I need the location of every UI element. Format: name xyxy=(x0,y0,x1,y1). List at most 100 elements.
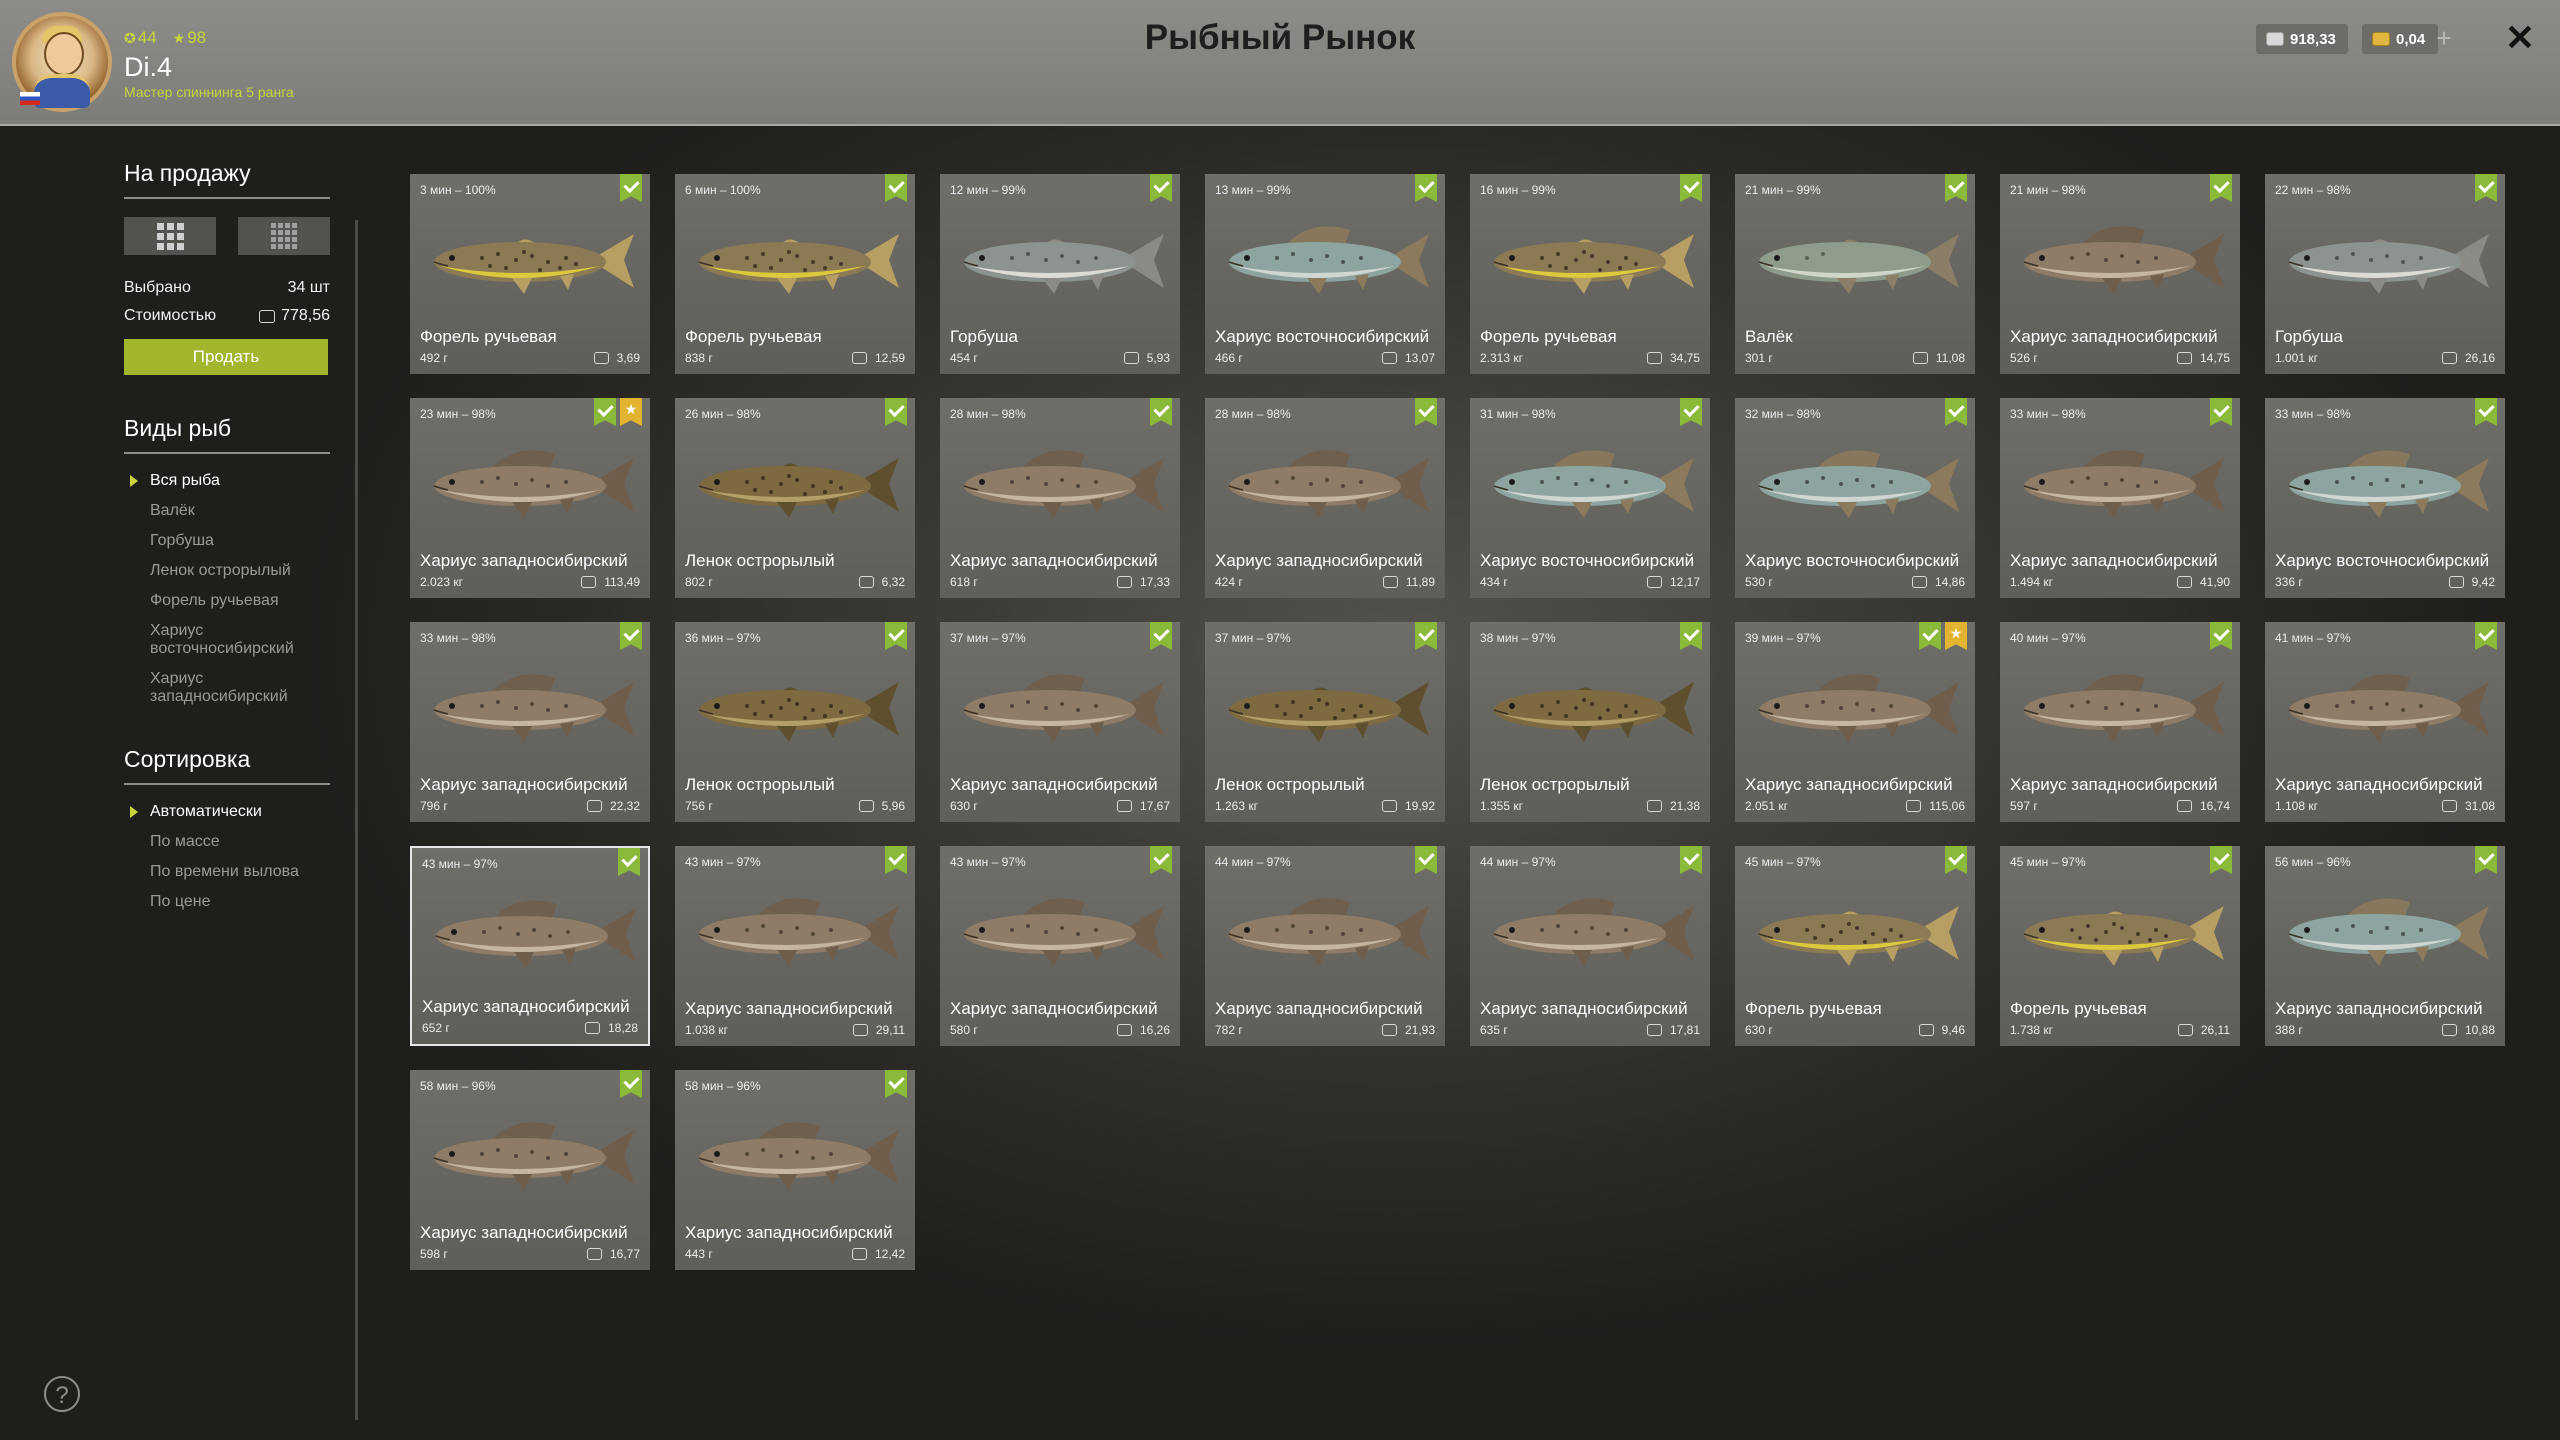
fish-card[interactable]: 6 мин – 100% Форель ручьевая 838 г 12,59 xyxy=(675,174,915,374)
selected-check-icon[interactable] xyxy=(1415,846,1437,874)
selected-check-icon[interactable] xyxy=(1680,846,1702,874)
species-filter-east-grayling[interactable]: Хариус восточносибирский xyxy=(124,622,330,658)
selected-check-icon[interactable] xyxy=(1680,174,1702,202)
fish-name: Ленок острорылый xyxy=(1215,775,1365,794)
species-filter-trout[interactable]: Форель ручьевая xyxy=(124,592,330,610)
add-gold-button[interactable]: + xyxy=(2430,24,2458,54)
fish-card[interactable]: 43 мин – 97% Хариус западносибирский 652… xyxy=(410,846,650,1046)
fish-card[interactable]: 40 мин – 97% Хариус западносибирский 597… xyxy=(2000,622,2240,822)
fish-card[interactable]: 13 мин – 99% Хариус восточносибирский 46… xyxy=(1205,174,1445,374)
silver-coin-icon xyxy=(1116,576,1132,588)
fish-card[interactable]: 3 мин – 100% Форель ручьевая 492 г 3,69 xyxy=(410,174,650,374)
species-filter-lenok[interactable]: Ленок острорылый xyxy=(124,562,330,580)
selected-check-icon[interactable] xyxy=(1150,174,1172,202)
fish-card[interactable]: 37 мин – 97% Ленок острорылый 1.263 кг 1… xyxy=(1205,622,1445,822)
fish-card[interactable]: 12 мин – 99% Горбуша 454 г 5,93 xyxy=(940,174,1180,374)
fish-card[interactable]: 58 мин – 96% Хариус западносибирский 598… xyxy=(410,1070,650,1270)
selected-check-icon[interactable] xyxy=(1150,398,1172,426)
selected-check-icon[interactable] xyxy=(1150,622,1172,650)
fish-card[interactable]: 45 мин – 97% Форель ручьевая 1.738 кг 26… xyxy=(2000,846,2240,1046)
selected-check-icon[interactable] xyxy=(2210,622,2232,650)
selected-check-icon[interactable] xyxy=(2475,846,2497,874)
sort-auto[interactable]: Автоматически xyxy=(124,803,330,821)
fish-card[interactable]: 21 мин – 99% Валёк 301 г 11,08 xyxy=(1735,174,1975,374)
selected-check-icon[interactable] xyxy=(1680,622,1702,650)
fish-card[interactable]: 33 мин – 98% Хариус западносибирский 1.4… xyxy=(2000,398,2240,598)
selected-check-icon[interactable] xyxy=(1945,398,1967,426)
help-button[interactable]: ? xyxy=(44,1376,80,1412)
fish-card[interactable]: 28 мин – 98% Хариус западносибирский 618… xyxy=(940,398,1180,598)
fish-card[interactable]: 44 мин – 97% Хариус западносибирский 782… xyxy=(1205,846,1445,1046)
fish-card[interactable]: 58 мин – 96% Хариус западносибирский 443… xyxy=(675,1070,915,1270)
fish-card[interactable]: 16 мин – 99% Форель ручьевая 2.313 кг 34… xyxy=(1470,174,1710,374)
fish-card[interactable]: 39 мин – 97% ★ Хариус западносибирский 2… xyxy=(1735,622,1975,822)
fish-card[interactable]: 38 мин – 97% Ленок острорылый 1.355 кг 2… xyxy=(1470,622,1710,822)
view-toggles xyxy=(124,217,330,255)
selected-check-icon[interactable] xyxy=(1415,398,1437,426)
fish-price: 26,11 xyxy=(2177,1023,2230,1037)
fish-card[interactable]: 36 мин – 97% Ленок острорылый 756 г 5,96 xyxy=(675,622,915,822)
selected-check-icon[interactable] xyxy=(1150,846,1172,874)
fish-image xyxy=(2010,434,2230,534)
fish-card[interactable]: 21 мин – 98% Хариус западносибирский 526… xyxy=(2000,174,2240,374)
fish-card[interactable]: 45 мин – 97% Форель ручьевая 630 г 9,46 xyxy=(1735,846,1975,1046)
fish-card[interactable]: 33 мин – 98% Хариус западносибирский 796… xyxy=(410,622,650,822)
species-filter-gorbusha[interactable]: Горбуша xyxy=(124,532,330,550)
selected-check-icon[interactable] xyxy=(618,848,640,876)
species-filter-valek[interactable]: Валёк xyxy=(124,502,330,520)
selected-check-icon[interactable] xyxy=(885,846,907,874)
fish-price: 17,81 xyxy=(1646,1023,1700,1037)
selected-check-icon[interactable] xyxy=(620,174,642,202)
small-grid-view-button[interactable] xyxy=(238,217,330,255)
selected-check-icon[interactable] xyxy=(1919,622,1941,650)
sort-by-time[interactable]: По времени вылова xyxy=(124,863,330,881)
fish-card[interactable]: 28 мин – 98% Хариус западносибирский 424… xyxy=(1205,398,1445,598)
sort-by-price[interactable]: По цене xyxy=(124,893,330,911)
fish-grid: 3 мин – 100% Форель ручьевая 492 г 3,69 … xyxy=(410,174,2510,1270)
fish-card[interactable]: 23 мин – 98% ★ Хариус западносибирский 2… xyxy=(410,398,650,598)
fish-card[interactable]: 44 мин – 97% Хариус западносибирский 635… xyxy=(1470,846,1710,1046)
fish-card[interactable]: 37 мин – 97% Хариус западносибирский 630… xyxy=(940,622,1180,822)
fish-price: 3,69 xyxy=(593,351,640,365)
selected-check-icon[interactable] xyxy=(2210,398,2232,426)
fish-card[interactable]: 43 мин – 97% Хариус западносибирский 1.0… xyxy=(675,846,915,1046)
selected-check-icon[interactable] xyxy=(1945,846,1967,874)
selected-check-icon[interactable] xyxy=(2210,846,2232,874)
fish-card[interactable]: 41 мин – 97% Хариус западносибирский 1.1… xyxy=(2265,622,2505,822)
selected-check-icon[interactable] xyxy=(1415,622,1437,650)
selected-check-icon[interactable] xyxy=(620,622,642,650)
fish-card[interactable]: 32 мин – 98% Хариус восточносибирский 53… xyxy=(1735,398,1975,598)
selected-check-icon[interactable] xyxy=(2475,622,2497,650)
close-button[interactable]: ✕ xyxy=(2500,18,2540,58)
selected-check-icon[interactable] xyxy=(885,622,907,650)
silver-coin-icon xyxy=(1381,352,1397,364)
selected-check-icon[interactable] xyxy=(2210,174,2232,202)
fish-price: 17,67 xyxy=(1116,799,1170,813)
fish-name: Хариус западносибирский xyxy=(2275,999,2483,1018)
fish-image xyxy=(2275,658,2495,758)
selected-check-icon[interactable] xyxy=(594,398,616,426)
fish-card[interactable]: 22 мин – 98% Горбуша 1.001 кг 26,16 xyxy=(2265,174,2505,374)
fish-card[interactable]: 26 мин – 98% Ленок острорылый 802 г 6,32 xyxy=(675,398,915,598)
fish-card[interactable]: 33 мин – 98% Хариус восточносибирский 33… xyxy=(2265,398,2505,598)
selected-check-icon[interactable] xyxy=(1415,174,1437,202)
selected-check-icon[interactable] xyxy=(885,1070,907,1098)
fish-card[interactable]: 31 мин – 98% Хариус восточносибирский 43… xyxy=(1470,398,1710,598)
card-flags xyxy=(2475,174,2497,202)
species-filter-west-grayling[interactable]: Хариус западносибирский xyxy=(124,670,330,706)
species-filter-all[interactable]: Вся рыба xyxy=(124,472,330,490)
selected-check-icon[interactable] xyxy=(1680,398,1702,426)
selected-check-icon[interactable] xyxy=(2475,398,2497,426)
large-grid-view-button[interactable] xyxy=(124,217,216,255)
fish-price: 18,28 xyxy=(584,1021,638,1035)
sort-by-mass[interactable]: По массе xyxy=(124,833,330,851)
selected-check-icon[interactable] xyxy=(2475,174,2497,202)
selected-check-icon[interactable] xyxy=(885,398,907,426)
fish-card[interactable]: 56 мин – 96% Хариус западносибирский 388… xyxy=(2265,846,2505,1046)
sell-button[interactable]: Продать xyxy=(124,339,328,375)
selected-check-icon[interactable] xyxy=(1945,174,1967,202)
fish-card[interactable]: 43 мин – 97% Хариус западносибирский 580… xyxy=(940,846,1180,1046)
selected-check-icon[interactable] xyxy=(620,1070,642,1098)
selected-check-icon[interactable] xyxy=(885,174,907,202)
fish-name: Хариус восточносибирский xyxy=(2275,551,2490,570)
